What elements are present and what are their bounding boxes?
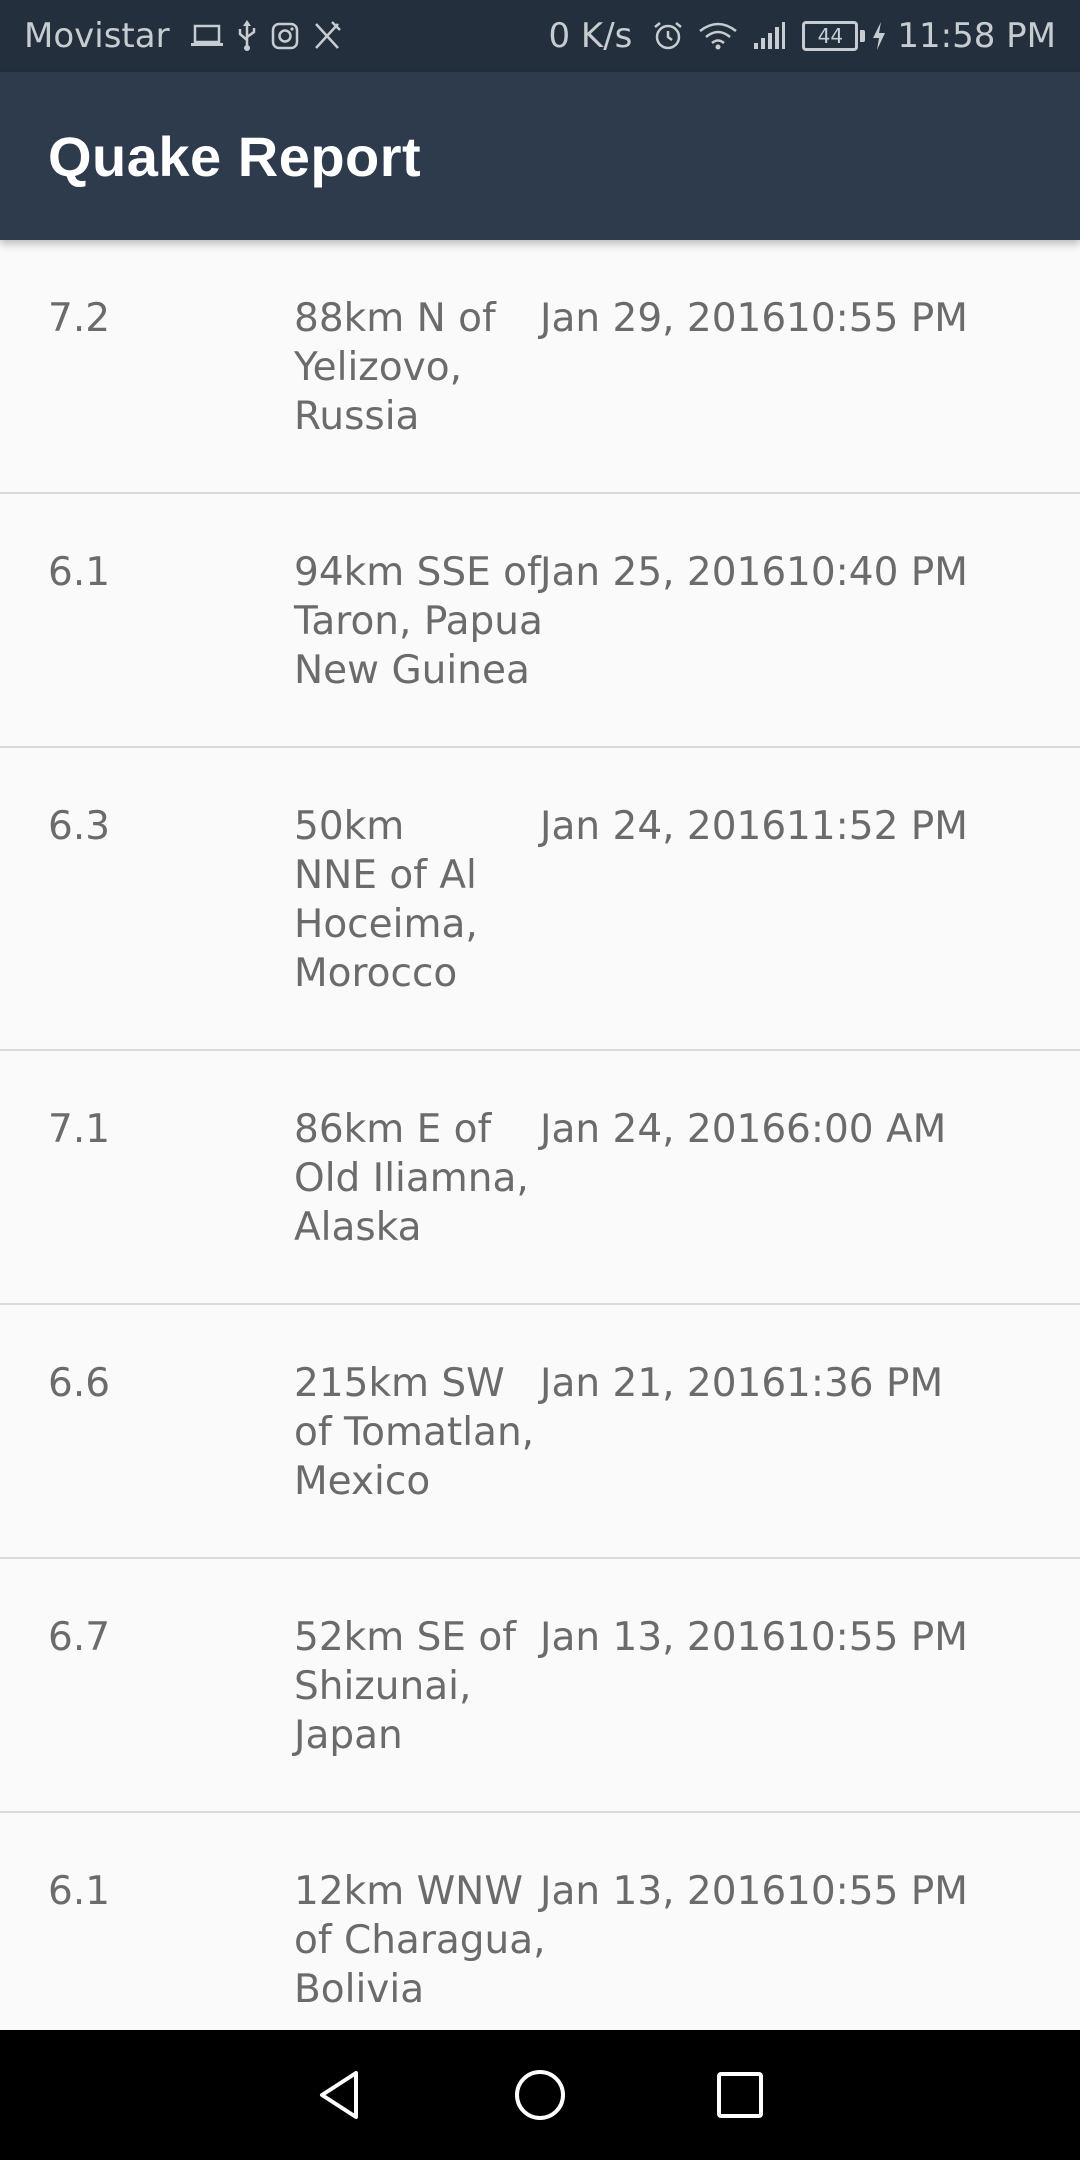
magnitude: 7.1 (48, 1107, 111, 1152)
navigation-bar (0, 2030, 1080, 2160)
location: 12km WNW of Charagua, Bolivia (294, 1867, 546, 2014)
date: Jan 24, 2016 (540, 804, 787, 849)
location-line: Russia (294, 394, 420, 439)
location-line: of Charagua, (294, 1918, 546, 1963)
location-line: 50km (294, 804, 405, 849)
cutlery-icon (312, 20, 342, 52)
status-bar-right: 0 K/s 44 11:58 PM (548, 0, 1056, 72)
location-line: NNE of Al (294, 853, 477, 898)
date: Jan 29, 2016 (540, 296, 787, 341)
clock: 11:58 PM (897, 16, 1056, 56)
back-icon[interactable] (280, 2035, 400, 2155)
list-item[interactable]: 7.2 88km N of Yelizovo, Russia Jan 29, 2… (0, 240, 1080, 494)
location-line: Japan (294, 1713, 403, 1758)
status-bar-left: Movistar (24, 0, 548, 72)
list-item[interactable]: 6.1 12km WNW of Charagua, Bolivia Jan 13… (0, 1813, 1080, 2030)
home-icon[interactable] (480, 2035, 600, 2155)
app-title: Quake Report (48, 124, 422, 188)
date: Jan 21, 2016 (540, 1361, 787, 1406)
wifi-icon (698, 21, 738, 51)
location-line: 52km SE of (294, 1615, 516, 1660)
time: 10:55 PM (786, 1869, 968, 1914)
magnitude: 7.2 (48, 296, 111, 341)
location-line: Taron, Papua (294, 599, 543, 644)
location-line: 88km N of (294, 296, 496, 341)
laptop-icon (190, 22, 224, 50)
magnitude: 6.1 (48, 550, 111, 595)
location-line: New Guinea (294, 648, 530, 693)
time: 6:00 AM (786, 1107, 947, 1152)
location: 50km NNE of Al Hoceima, Morocco (294, 802, 544, 998)
location-line: 12km WNW (294, 1869, 523, 1914)
time: 10:55 PM (786, 296, 968, 341)
magnitude: 6.6 (48, 1361, 111, 1406)
location-line: 94km SSE of (294, 550, 541, 595)
list-item[interactable]: 6.7 52km SE of Shizunai, Japan Jan 13, 2… (0, 1559, 1080, 1813)
location: 88km N of Yelizovo, Russia (294, 294, 544, 441)
location: 52km SE of Shizunai, Japan (294, 1613, 544, 1760)
quake-list[interactable]: 7.2 88km N of Yelizovo, Russia Jan 29, 2… (0, 240, 1080, 2030)
net-speed: 0 K/s (548, 16, 633, 56)
magnitude: 6.1 (48, 1869, 111, 1914)
location: 86km E of Old Iliamna, Alaska (294, 1105, 544, 1252)
list-item[interactable]: 6.6 215km SW of Tomatlan, Mexico Jan 21,… (0, 1305, 1080, 1559)
screen: Movistar 0 K/s 44 11:58 PM Quake Report … (0, 0, 1080, 2160)
location-line: 215km SW (294, 1361, 505, 1406)
list-item[interactable]: 7.1 86km E of Old Iliamna, Alaska Jan 24… (0, 1051, 1080, 1305)
carrier-name: Movistar (24, 16, 170, 56)
magnitude: 6.3 (48, 804, 111, 849)
battery-tip (860, 30, 866, 42)
location: 215km SW of Tomatlan, Mexico (294, 1359, 544, 1506)
list-item[interactable]: 6.1 94km SSE of Taron, Papua New Guinea … (0, 494, 1080, 748)
location-line: Alaska (294, 1205, 422, 1250)
alarm-icon (652, 20, 684, 52)
list-item[interactable]: 6.3 50km NNE of Al Hoceima, Morocco Jan … (0, 748, 1080, 1051)
time: 10:55 PM (786, 1615, 968, 1660)
location-line: Hoceima, (294, 902, 478, 947)
location-line: Morocco (294, 951, 458, 996)
recents-icon[interactable] (680, 2035, 800, 2155)
battery-icon: 44 (802, 21, 866, 51)
date: Jan 24, 2016 (540, 1107, 787, 1152)
status-bar: Movistar 0 K/s 44 11:58 PM (0, 0, 1080, 72)
location-line: 86km E of (294, 1107, 492, 1152)
magnitude: 6.7 (48, 1615, 111, 1660)
location-line: Shizunai, (294, 1664, 472, 1709)
signal-icon (752, 21, 786, 51)
location-line: Old Iliamna, (294, 1156, 529, 1201)
location-line: Yelizovo, (294, 345, 462, 390)
date: Jan 13, 2016 (540, 1869, 787, 1914)
location-line: Bolivia (294, 1967, 425, 2012)
location: 94km SSE of Taron, Papua New Guinea (294, 548, 544, 695)
battery-level: 44 (802, 21, 859, 51)
date: Jan 25, 2016 (540, 550, 787, 595)
location-line: Mexico (294, 1459, 431, 1504)
time: 11:52 PM (786, 804, 968, 849)
time: 1:36 PM (786, 1361, 944, 1406)
time: 10:40 PM (786, 550, 968, 595)
instagram-icon (270, 21, 300, 51)
date: Jan 13, 2016 (540, 1615, 787, 1660)
location-line: of Tomatlan, (294, 1410, 535, 1455)
usb-icon (236, 20, 258, 52)
charging-icon (871, 21, 887, 51)
app-bar: Quake Report (0, 72, 1080, 240)
